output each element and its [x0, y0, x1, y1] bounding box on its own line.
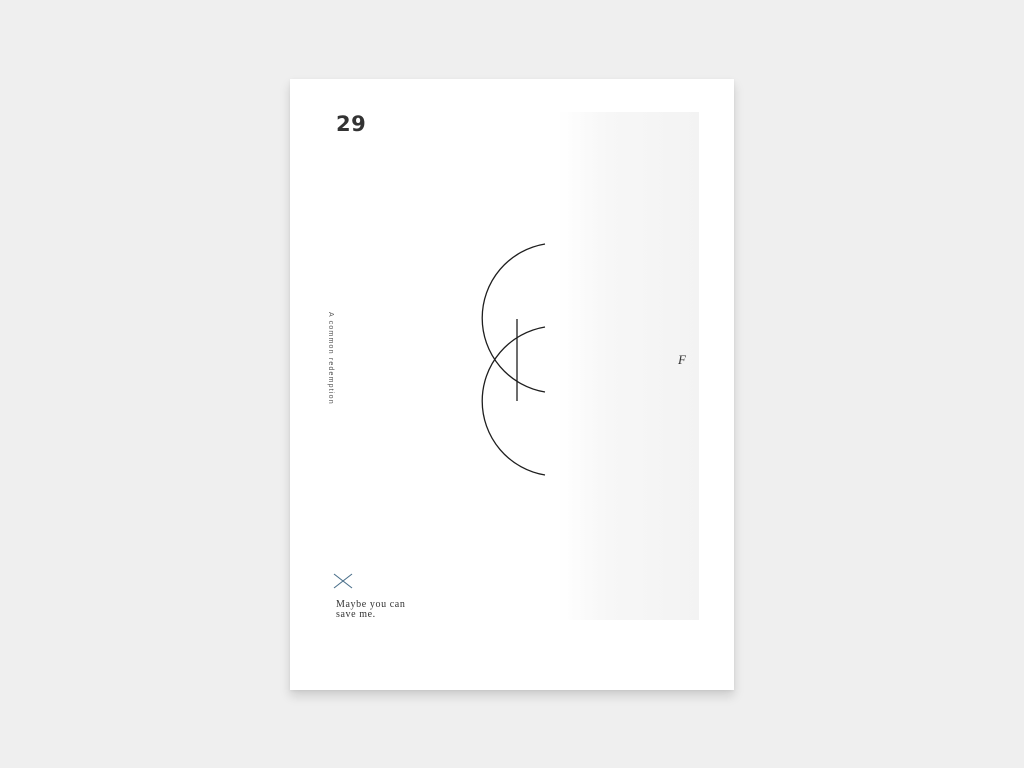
lower-crescent-arc: [481, 326, 546, 476]
vertical-caption: A common redemption: [327, 312, 334, 405]
side-letter: F: [678, 352, 686, 367]
poster-card: 29 A common redemption F Maybe you can s…: [290, 79, 734, 690]
double-crescent-icon: [481, 243, 546, 476]
poster-number: 29: [336, 112, 367, 136]
quote-text: Maybe you can save me.: [336, 600, 426, 620]
cross-icon: [333, 573, 353, 589]
upper-crescent-arc: [481, 243, 546, 393]
quote-line: save me.: [336, 609, 376, 620]
